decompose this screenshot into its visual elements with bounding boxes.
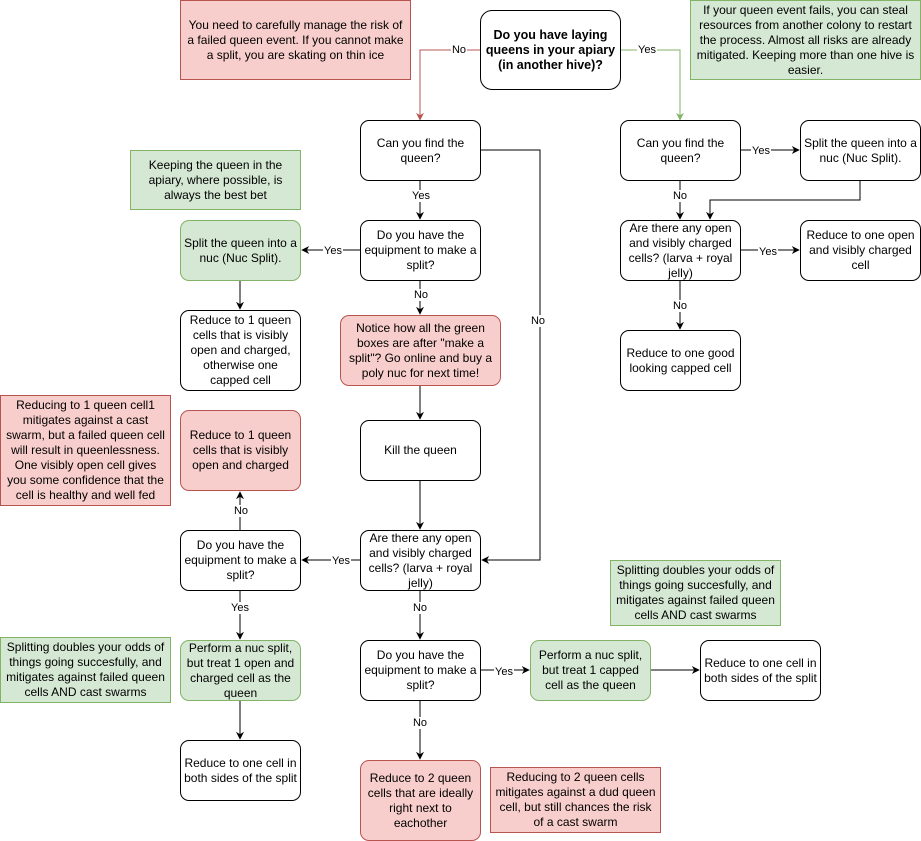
label-r-open-yes: Yes <box>758 246 778 258</box>
l-notice-green-boxes: Notice how all the green boxes are after… <box>340 315 501 386</box>
label-l-open-yes: Yes <box>331 555 351 567</box>
note-splitting-right: Splitting doubles your odds of things go… <box>610 560 781 626</box>
label-l-equip1-yes: Yes <box>323 245 343 257</box>
note-no-other-hive: You need to carefully manage the risk of… <box>180 0 411 80</box>
label-l-equip2-no: No <box>232 505 250 517</box>
label-l-find-no: No <box>529 315 547 327</box>
label-l-equip2-yes: Yes <box>230 602 250 614</box>
label-l-equip3-yes: Yes <box>494 666 514 678</box>
label-start-yes: Yes <box>637 44 657 56</box>
note-reduce-1-cell: Reducing to 1 queen cell1 mitigates agai… <box>0 395 171 506</box>
label-r-find-no: No <box>671 190 689 202</box>
l-equipment-decision-1: Do you have the equipment to make a spli… <box>360 220 481 281</box>
l-reduce-both-sides-2: Reduce to one cell in both sides of the … <box>700 640 821 701</box>
l-kill-queen: Kill the queen <box>360 420 481 481</box>
label-r-find-yes: Yes <box>751 145 771 157</box>
start-decision: Do you have laying queens in your apiary… <box>480 10 621 90</box>
r-reduce-capped-cell: Reduce to one good looking capped cell <box>620 330 741 391</box>
l-nuc-split-open-cell: Perform a nuc split, but treat 1 open an… <box>180 640 301 701</box>
label-l-open-no: No <box>411 602 429 614</box>
note-splitting-left: Splitting doubles your odds of things go… <box>0 637 171 703</box>
label-start-no: No <box>450 44 468 56</box>
r-reduce-open-cell: Reduce to one open and visibly charged c… <box>800 220 921 281</box>
l-reduce-1-open: Reduce to 1 queen cells that is visibly … <box>180 410 301 491</box>
label-l-find-yes: Yes <box>411 190 431 202</box>
l-nuc-split-capped-cell: Perform a nuc split, but treat 1 capped … <box>530 640 651 701</box>
l-split-nuc: Split the queen into a nuc (Nuc Split). <box>180 220 301 281</box>
l-reduce-2-cells: Reduce to 2 queen cells that are ideally… <box>360 760 481 841</box>
note-keep-queen: Keeping the queen in the apiary, where p… <box>130 150 301 210</box>
edge-start-yes <box>620 49 684 121</box>
l-find-queen: Can you find the queen? <box>360 120 481 181</box>
l-reduce-both-sides-1: Reduce to one cell in both sides of the … <box>180 740 301 801</box>
label-r-open-no: No <box>671 300 689 312</box>
l-open-cells-decision: Are there any open and visibly charged c… <box>360 530 481 591</box>
label-l-equip3-no: No <box>411 717 429 729</box>
r-find-queen: Can you find the queen? <box>620 120 741 181</box>
edge-start-no <box>416 49 480 121</box>
note-reduce-2-cells: Reducing to 2 queen cells mitigates agai… <box>490 767 661 833</box>
note-have-other-hive: If your queen event fails, you can steal… <box>690 0 921 80</box>
l-equipment-decision-2: Do you have the equipment to make a spli… <box>180 530 301 591</box>
r-open-cells-decision: Are there any open and visibly charged c… <box>620 220 741 281</box>
label-l-equip1-no: No <box>412 289 430 301</box>
l-reduce-1-open-or-capped: Reduce to 1 queen cells that is visibly … <box>180 310 301 391</box>
l-equipment-decision-3: Do you have the equipment to make a spli… <box>360 640 481 701</box>
edge-r-split-open <box>706 180 861 220</box>
r-split-nuc: Split the queen into a nuc (Nuc Split). <box>800 120 921 181</box>
